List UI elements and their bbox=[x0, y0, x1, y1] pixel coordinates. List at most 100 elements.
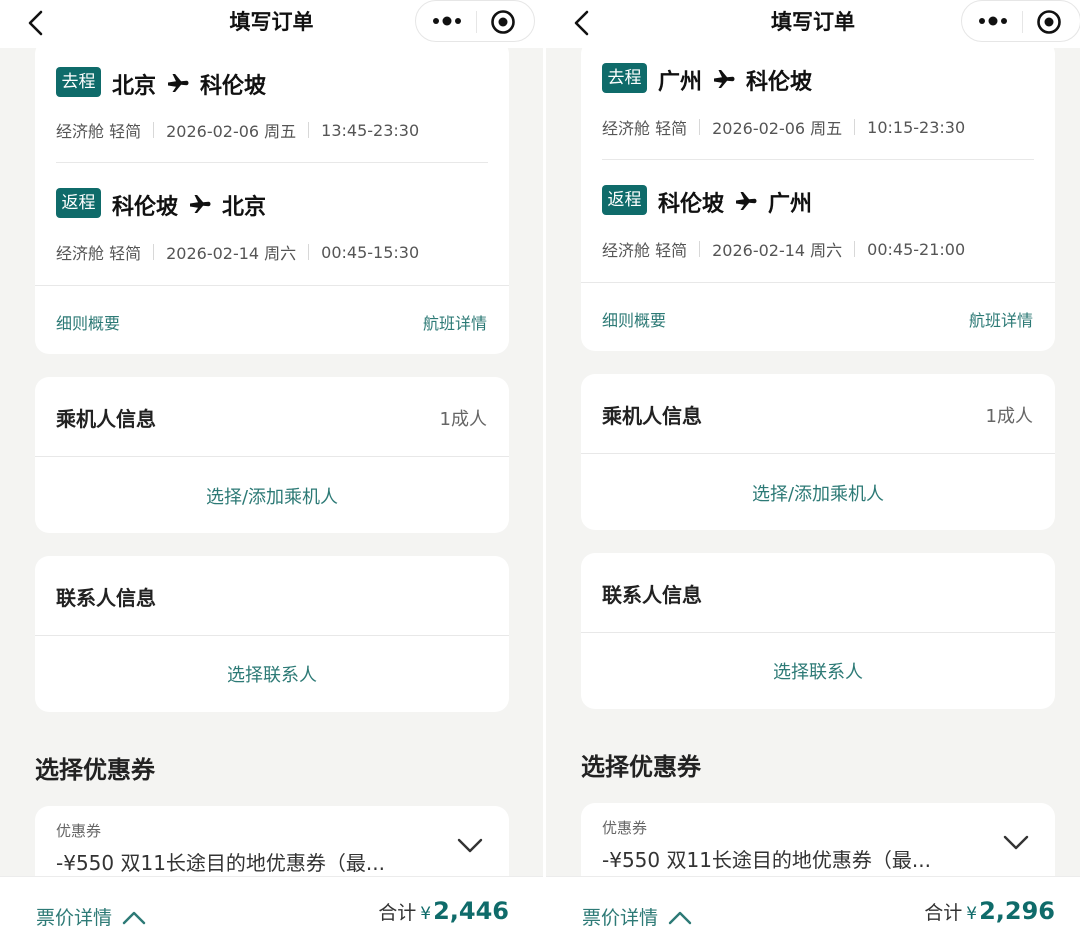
return-meta: 经济舱 轻简 2026-02-14 周六 00:45-15:30 bbox=[56, 240, 419, 264]
select-contact-button[interactable]: 选择联系人 bbox=[581, 658, 1055, 684]
return-cabin: 经济舱 轻简 bbox=[56, 244, 142, 263]
return-meta: 经济舱 轻简 2026-02-14 周六 00:45-21:00 bbox=[602, 237, 965, 261]
outbound-to: 科伦坡 bbox=[200, 74, 267, 99]
meta-separator bbox=[153, 244, 155, 260]
coupon-label: 优惠券 bbox=[56, 822, 102, 840]
airplane-icon bbox=[736, 192, 757, 210]
return-to: 北京 bbox=[222, 195, 267, 220]
add-passenger-button[interactable]: 选择/添加乘机人 bbox=[581, 480, 1055, 506]
card-divider bbox=[581, 632, 1055, 633]
flight-details-link[interactable]: 航班详情 bbox=[969, 307, 1033, 331]
capsule-separator bbox=[476, 11, 477, 33]
passenger-title: 乘机人信息 bbox=[56, 407, 156, 431]
contact-card: 联系人信息 选择联系人 bbox=[35, 556, 509, 712]
meta-separator bbox=[308, 244, 310, 260]
outbound-from: 北京 bbox=[112, 74, 157, 99]
passenger-title: 乘机人信息 bbox=[602, 404, 702, 428]
chevron-up-icon bbox=[668, 911, 692, 924]
contact-title: 联系人信息 bbox=[56, 586, 156, 610]
select-contact-button[interactable]: 选择联系人 bbox=[35, 661, 509, 687]
card-divider bbox=[581, 282, 1055, 283]
outbound-meta: 经济舱 轻简 2026-02-06 周五 10:15-23:30 bbox=[602, 115, 965, 139]
chevron-down-icon[interactable] bbox=[457, 838, 483, 854]
meta-separator bbox=[699, 119, 701, 135]
coupon-section-title: 选择优惠券 bbox=[35, 756, 155, 784]
outbound-from: 广州 bbox=[658, 70, 703, 95]
flight-divider bbox=[602, 159, 1034, 160]
return-time: 00:45-15:30 bbox=[321, 242, 420, 262]
screenshot-stage: 去程 北京 科伦坡 经济舱 轻简 2026-02-06 周五 13:45-23:… bbox=[0, 0, 1080, 933]
outbound-cabin: 经济舱 轻简 bbox=[56, 122, 142, 141]
mini-program-capsule bbox=[415, 0, 535, 42]
order-panel-guangzhou: 去程 广州 科伦坡 经济舱 轻简 2026-02-06 周五 10:15-23:… bbox=[546, 0, 1080, 933]
rules-summary-link[interactable]: 细则概要 bbox=[602, 307, 666, 331]
order-panel-beijing: 去程 北京 科伦坡 经济舱 轻简 2026-02-06 周五 13:45-23:… bbox=[0, 0, 543, 933]
fee-detail-button[interactable]: 票价详情 bbox=[582, 903, 692, 930]
coupon-value: -¥550 双11长途目的地优惠券（最... bbox=[602, 848, 931, 872]
coupon-label: 优惠券 bbox=[602, 819, 648, 837]
outbound-cabin: 经济舱 轻简 bbox=[602, 119, 688, 138]
return-route: 科伦坡 北京 bbox=[112, 189, 266, 221]
fee-detail-label: 票价详情 bbox=[582, 907, 659, 929]
target-circle-icon[interactable] bbox=[1036, 9, 1062, 35]
total-price: 合计 ¥ 2,446 bbox=[378, 897, 509, 925]
meta-separator bbox=[153, 122, 155, 138]
fee-detail-button[interactable]: 票价详情 bbox=[36, 903, 146, 930]
outbound-to: 科伦坡 bbox=[746, 70, 813, 95]
bottom-bar: 票价详情 合计 ¥ 2,296 bbox=[546, 876, 1080, 933]
return-cabin: 经济舱 轻简 bbox=[602, 241, 688, 260]
contact-card: 联系人信息 选择联系人 bbox=[581, 553, 1055, 709]
meta-separator bbox=[699, 241, 701, 257]
return-date: 2026-02-14 周六 bbox=[712, 241, 843, 260]
nav-bar: 填写订单 bbox=[0, 0, 543, 48]
more-dots-icon[interactable] bbox=[432, 13, 462, 29]
passenger-count: 1成人 bbox=[985, 406, 1033, 427]
flight-card: 去程 广州 科伦坡 经济舱 轻简 2026-02-06 周五 10:15-23:… bbox=[581, 40, 1055, 351]
currency-symbol: ¥ bbox=[966, 904, 978, 924]
outbound-time: 10:15-23:30 bbox=[867, 117, 966, 137]
card-divider bbox=[35, 456, 509, 457]
chevron-down-icon[interactable] bbox=[1003, 835, 1029, 851]
card-divider bbox=[35, 285, 509, 286]
coupon-value: -¥550 双11长途目的地优惠券（最... bbox=[56, 851, 385, 875]
airplane-icon bbox=[168, 74, 189, 92]
add-passenger-button[interactable]: 选择/添加乘机人 bbox=[35, 483, 509, 509]
outbound-date: 2026-02-06 周五 bbox=[166, 122, 297, 141]
mini-program-capsule bbox=[961, 0, 1080, 42]
flight-divider bbox=[56, 162, 488, 163]
total-label: 合计 bbox=[924, 902, 963, 924]
meta-separator bbox=[854, 241, 856, 257]
outbound-date: 2026-02-06 周五 bbox=[712, 119, 843, 138]
return-from: 科伦坡 bbox=[112, 195, 179, 220]
target-circle-icon[interactable] bbox=[490, 9, 516, 35]
outbound-route: 北京 科伦坡 bbox=[112, 68, 266, 100]
bottom-bar: 票价详情 合计 ¥ 2,446 bbox=[0, 876, 543, 933]
rules-summary-link[interactable]: 细则概要 bbox=[56, 310, 120, 334]
passenger-card: 乘机人信息 1成人 选择/添加乘机人 bbox=[35, 377, 509, 533]
return-time: 00:45-21:00 bbox=[867, 239, 966, 259]
return-tag: 返程 bbox=[56, 188, 101, 218]
outbound-route: 广州 科伦坡 bbox=[658, 64, 812, 96]
flight-details-link[interactable]: 航班详情 bbox=[423, 310, 487, 334]
airplane-icon bbox=[714, 70, 735, 88]
more-dots-icon[interactable] bbox=[978, 13, 1008, 29]
return-from: 科伦坡 bbox=[658, 192, 725, 217]
airplane-icon bbox=[190, 195, 211, 213]
capsule-separator bbox=[1022, 11, 1023, 33]
return-date: 2026-02-14 周六 bbox=[166, 244, 297, 263]
return-to: 广州 bbox=[768, 192, 813, 217]
total-label: 合计 bbox=[378, 902, 417, 924]
return-route: 科伦坡 广州 bbox=[658, 186, 812, 218]
fee-detail-label: 票价详情 bbox=[36, 907, 113, 929]
outbound-time: 13:45-23:30 bbox=[321, 120, 420, 140]
total-price: 合计 ¥ 2,296 bbox=[924, 897, 1055, 925]
outbound-tag: 去程 bbox=[602, 63, 647, 93]
flight-card: 去程 北京 科伦坡 经济舱 轻简 2026-02-06 周五 13:45-23:… bbox=[35, 40, 509, 354]
outbound-tag: 去程 bbox=[56, 67, 101, 97]
meta-separator bbox=[854, 119, 856, 135]
passenger-card: 乘机人信息 1成人 选择/添加乘机人 bbox=[581, 374, 1055, 530]
card-divider bbox=[581, 453, 1055, 454]
contact-title: 联系人信息 bbox=[602, 583, 702, 607]
passenger-count: 1成人 bbox=[439, 409, 487, 430]
coupon-section-title: 选择优惠券 bbox=[581, 753, 701, 781]
